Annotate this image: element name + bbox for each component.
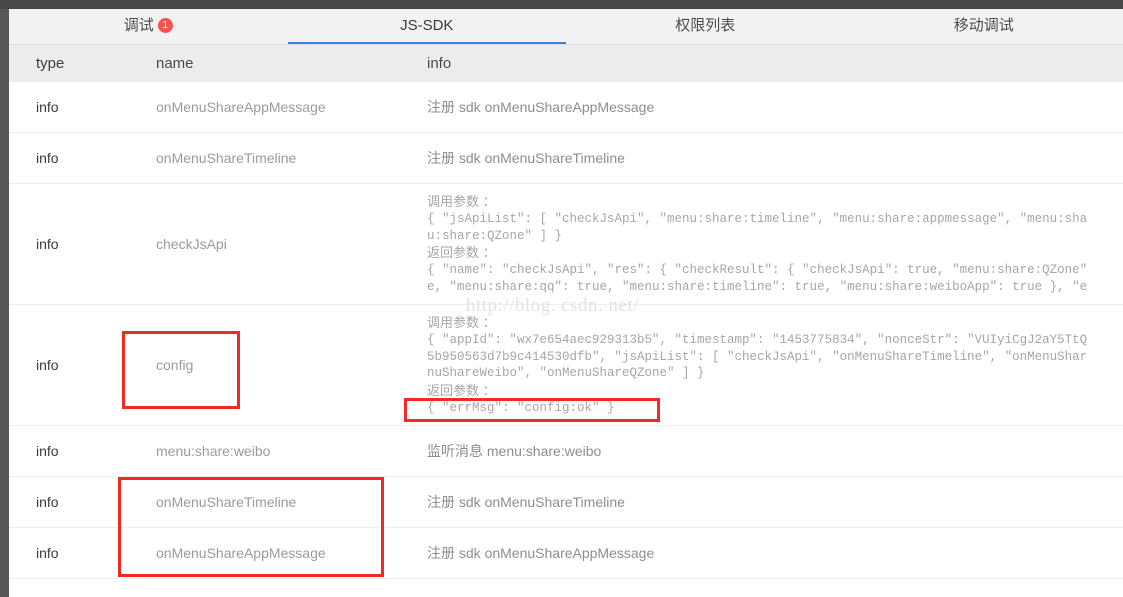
cell-type: info (9, 305, 140, 425)
table-row[interactable]: info onMenuShareTimeline 注册 sdk onMenuSh… (9, 133, 1123, 184)
cell-name: menu:share:weibo (140, 426, 419, 476)
tab-debug-label: 调试 (124, 17, 154, 34)
cell-name-config: config (140, 305, 419, 425)
response-params-label: 返回参数 ： (427, 244, 1123, 262)
cell-type: info (9, 426, 140, 476)
column-header-info: info (419, 55, 1123, 72)
cell-name: onMenuShareTimeline (140, 133, 419, 183)
response-params-json: { "name": "checkJsApi", "res": { "checkR… (427, 262, 1123, 295)
column-header-name: name (140, 55, 419, 72)
debug-panel-window: 调试 1 JS-SDK 权限列表 移动调试 type name info info (0, 0, 1123, 597)
cell-type: info (9, 528, 140, 578)
cell-info: 注册 sdk onMenuShareAppMessage (419, 82, 1123, 132)
request-params-label: 调用参数 ： (427, 193, 1123, 211)
table-row-check-js-api[interactable]: info checkJsApi 调用参数 ： { "jsApiList": [ … (9, 184, 1123, 305)
tab-js-sdk-label: JS-SDK (400, 17, 453, 34)
js-sdk-panel: 调试 1 JS-SDK 权限列表 移动调试 type name info info (9, 9, 1123, 597)
cell-info: 注册 sdk onMenuShareTimeline (419, 477, 1123, 527)
cell-type: info (9, 82, 140, 132)
tab-bar: 调试 1 JS-SDK 权限列表 移动调试 (9, 9, 1123, 45)
request-params-label: 调用参数 ： (427, 314, 1123, 332)
cell-info: 注册 sdk onMenuShareAppMessage (419, 528, 1123, 578)
cell-name: checkJsApi (140, 184, 419, 304)
tab-permission-list-label: 权限列表 (675, 17, 735, 34)
cell-info: 注册 sdk onMenuShareTimeline (419, 133, 1123, 183)
cell-type: info (9, 477, 140, 527)
window-left-chrome-strip (0, 9, 9, 597)
tab-debug[interactable]: 调试 1 (9, 9, 288, 44)
cell-name: onMenuShareAppMessage (140, 82, 419, 132)
table-row[interactable]: info onMenuShareAppMessage 注册 sdk onMenu… (9, 528, 1123, 579)
cell-info: 调用参数 ： { "jsApiList": [ "checkJsApi", "m… (419, 184, 1123, 304)
cell-name: onMenuShareTimeline (140, 477, 419, 527)
response-params-json-config-ok: { "errMsg": "config:ok" } (427, 400, 1123, 417)
window-top-chrome-strip (0, 0, 1123, 9)
cell-info: 调用参数 ： { "appId": "wx7e654aec929313b5", … (419, 305, 1123, 425)
request-params-json: { "appId": "wx7e654aec929313b5", "timest… (427, 332, 1123, 382)
table-row-config[interactable]: info config 调用参数 ： { "appId": "wx7e654ae… (9, 305, 1123, 426)
tab-permission-list[interactable]: 权限列表 (566, 9, 845, 44)
tab-mobile-debug-label: 移动调试 (954, 17, 1014, 34)
request-params-json: { "jsApiList": [ "checkJsApi", "menu:sha… (427, 211, 1123, 244)
tab-mobile-debug[interactable]: 移动调试 (845, 9, 1123, 44)
log-table: type name info info onMenuShareAppMessag… (9, 45, 1123, 579)
table-header-row: type name info (9, 45, 1123, 82)
column-header-type: type (9, 55, 140, 72)
table-row[interactable]: info menu:share:weibo 监听消息 menu:share:we… (9, 426, 1123, 477)
cell-type: info (9, 133, 140, 183)
tab-debug-badge: 1 (158, 18, 173, 33)
tab-js-sdk[interactable]: JS-SDK (288, 9, 567, 44)
table-row[interactable]: info onMenuShareAppMessage 注册 sdk onMenu… (9, 82, 1123, 133)
response-params-label: 返回参数 ： (427, 382, 1123, 400)
cell-info: 监听消息 menu:share:weibo (419, 426, 1123, 476)
table-row[interactable]: info onMenuShareTimeline 注册 sdk onMenuSh… (9, 477, 1123, 528)
cell-name: onMenuShareAppMessage (140, 528, 419, 578)
cell-type: info (9, 184, 140, 304)
